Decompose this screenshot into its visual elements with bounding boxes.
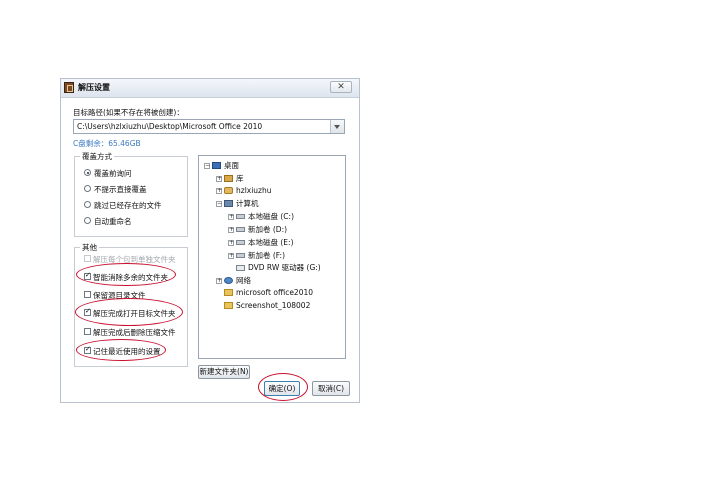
expand-icon[interactable]: + bbox=[216, 175, 222, 182]
radio-label: 自动重命名 bbox=[94, 217, 132, 226]
radio-button[interactable] bbox=[84, 185, 91, 192]
tree-item-computer[interactable]: − 计算机 bbox=[216, 198, 259, 209]
radio-label: 覆盖前询问 bbox=[94, 169, 132, 178]
tree-item-label: 桌面 bbox=[224, 161, 239, 170]
tree-item-drive-f[interactable]: + 新加卷 (F:) bbox=[228, 250, 285, 261]
tree-item-label: 网络 bbox=[236, 276, 251, 285]
expand-icon[interactable]: + bbox=[216, 187, 222, 194]
tree-item-label: 库 bbox=[236, 174, 244, 183]
tree-item-label: Screenshot_108002 bbox=[236, 301, 311, 310]
tree-item-label: 本地磁盘 (C:) bbox=[248, 212, 294, 221]
tree-item-label: hzlxiuzhu bbox=[236, 186, 272, 195]
target-path-label: 目标路径(如果不存在将被创建)： bbox=[73, 108, 184, 117]
radio-button[interactable] bbox=[84, 169, 91, 176]
expand-icon[interactable]: + bbox=[228, 239, 234, 246]
extract-settings-dialog: 解压设置 ✕ 目标路径(如果不存在将被创建)： C:\Users\hzlxiuz… bbox=[60, 78, 360, 403]
drive-icon bbox=[236, 227, 245, 232]
tree-item-screenshot-folder[interactable]: Screenshot_108002 bbox=[224, 301, 310, 310]
radio-button[interactable] bbox=[84, 217, 91, 224]
tree-item-label: 计算机 bbox=[236, 199, 259, 208]
expand-icon[interactable]: + bbox=[228, 226, 234, 233]
checkbox[interactable] bbox=[84, 291, 91, 298]
checkbox-label: 保留源目录文件 bbox=[93, 291, 146, 300]
expand-icon[interactable]: + bbox=[216, 277, 222, 284]
checkbox-label: 解压完成后删除压缩文件 bbox=[93, 328, 176, 337]
radio-label: 跳过已经存在的文件 bbox=[94, 201, 162, 210]
free-space-text: C盘剩余：65.46GB bbox=[73, 139, 141, 148]
desktop-icon bbox=[212, 162, 221, 169]
checkbox[interactable] bbox=[84, 328, 91, 335]
dvd-drive-icon bbox=[236, 264, 245, 271]
chevron-down-icon[interactable] bbox=[330, 120, 344, 133]
library-icon bbox=[224, 175, 233, 182]
radio-label: 不提示直接覆盖 bbox=[94, 185, 147, 194]
tree-item-drive-e[interactable]: + 本地磁盘 (E:) bbox=[228, 237, 294, 248]
tree-item-network[interactable]: + 网络 bbox=[216, 275, 251, 286]
cancel-button[interactable]: 取消(C) bbox=[312, 381, 350, 396]
drive-icon bbox=[236, 240, 245, 245]
tree-item-label: 本地磁盘 (E:) bbox=[248, 238, 294, 247]
target-path-value[interactable]: C:\Users\hzlxiuzhu\Desktop\Microsoft Off… bbox=[77, 122, 262, 131]
dialog-title: 解压设置 bbox=[78, 83, 110, 92]
drive-icon bbox=[236, 253, 245, 258]
tree-item-label: microsoft office2010 bbox=[236, 288, 314, 297]
checkbox[interactable] bbox=[84, 255, 91, 262]
tree-item-label: 新加卷 (D:) bbox=[248, 225, 288, 234]
tree-item-label: 新加卷 (F:) bbox=[248, 251, 285, 260]
tree-item-drive-d[interactable]: + 新加卷 (D:) bbox=[228, 224, 287, 235]
tree-item-label: DVD RW 驱动器 (G:) bbox=[248, 263, 321, 272]
folder-tree[interactable]: − 桌面 + 库 + hzlxiuzhu − 计算机 + 本地磁盘 (C:) +… bbox=[198, 155, 346, 359]
target-path-combobox[interactable]: C:\Users\hzlxiuzhu\Desktop\Microsoft Off… bbox=[73, 119, 345, 134]
user-folder-icon bbox=[224, 187, 233, 194]
drive-icon bbox=[236, 214, 245, 219]
overwrite-mode-title: 覆盖方式 bbox=[80, 151, 114, 162]
tree-item-user-folder[interactable]: + hzlxiuzhu bbox=[216, 186, 272, 195]
checkbox[interactable] bbox=[84, 307, 91, 316]
folder-icon bbox=[224, 302, 233, 309]
collapse-icon[interactable]: − bbox=[216, 200, 222, 207]
computer-icon bbox=[224, 200, 233, 207]
new-folder-button[interactable]: 新建文件夹(N) bbox=[198, 365, 250, 379]
tree-item-dvd-drive[interactable]: DVD RW 驱动器 (G:) bbox=[236, 262, 321, 273]
checkbox-label: 智能消除多余的文件夹 bbox=[93, 273, 168, 282]
radio-button[interactable] bbox=[84, 201, 91, 208]
network-icon bbox=[224, 277, 233, 284]
collapse-icon[interactable]: − bbox=[204, 162, 210, 169]
expand-icon[interactable]: + bbox=[228, 213, 234, 220]
checkbox-label: 解压完成打开目标文件夹 bbox=[93, 309, 176, 318]
ok-button[interactable]: 确定(O) bbox=[264, 381, 300, 396]
tree-item-office-folder[interactable]: microsoft office2010 bbox=[224, 288, 313, 297]
close-button[interactable]: ✕ bbox=[330, 81, 352, 93]
checkbox-label: 解压每个包到单独文件夹 bbox=[93, 255, 176, 264]
checkbox[interactable] bbox=[84, 345, 91, 354]
checkbox-label: 记住最近使用的设置 bbox=[93, 347, 161, 356]
other-options-title: 其他 bbox=[80, 242, 99, 253]
archive-app-icon bbox=[64, 82, 74, 93]
title-bar[interactable]: 解压设置 ✕ bbox=[61, 79, 359, 98]
tree-item-library[interactable]: + 库 bbox=[216, 173, 244, 184]
expand-icon[interactable]: + bbox=[228, 252, 234, 259]
tree-item-drive-c[interactable]: + 本地磁盘 (C:) bbox=[228, 211, 294, 222]
checkbox[interactable] bbox=[84, 271, 91, 280]
tree-item-desktop[interactable]: − 桌面 bbox=[204, 160, 239, 171]
folder-icon bbox=[224, 289, 233, 296]
